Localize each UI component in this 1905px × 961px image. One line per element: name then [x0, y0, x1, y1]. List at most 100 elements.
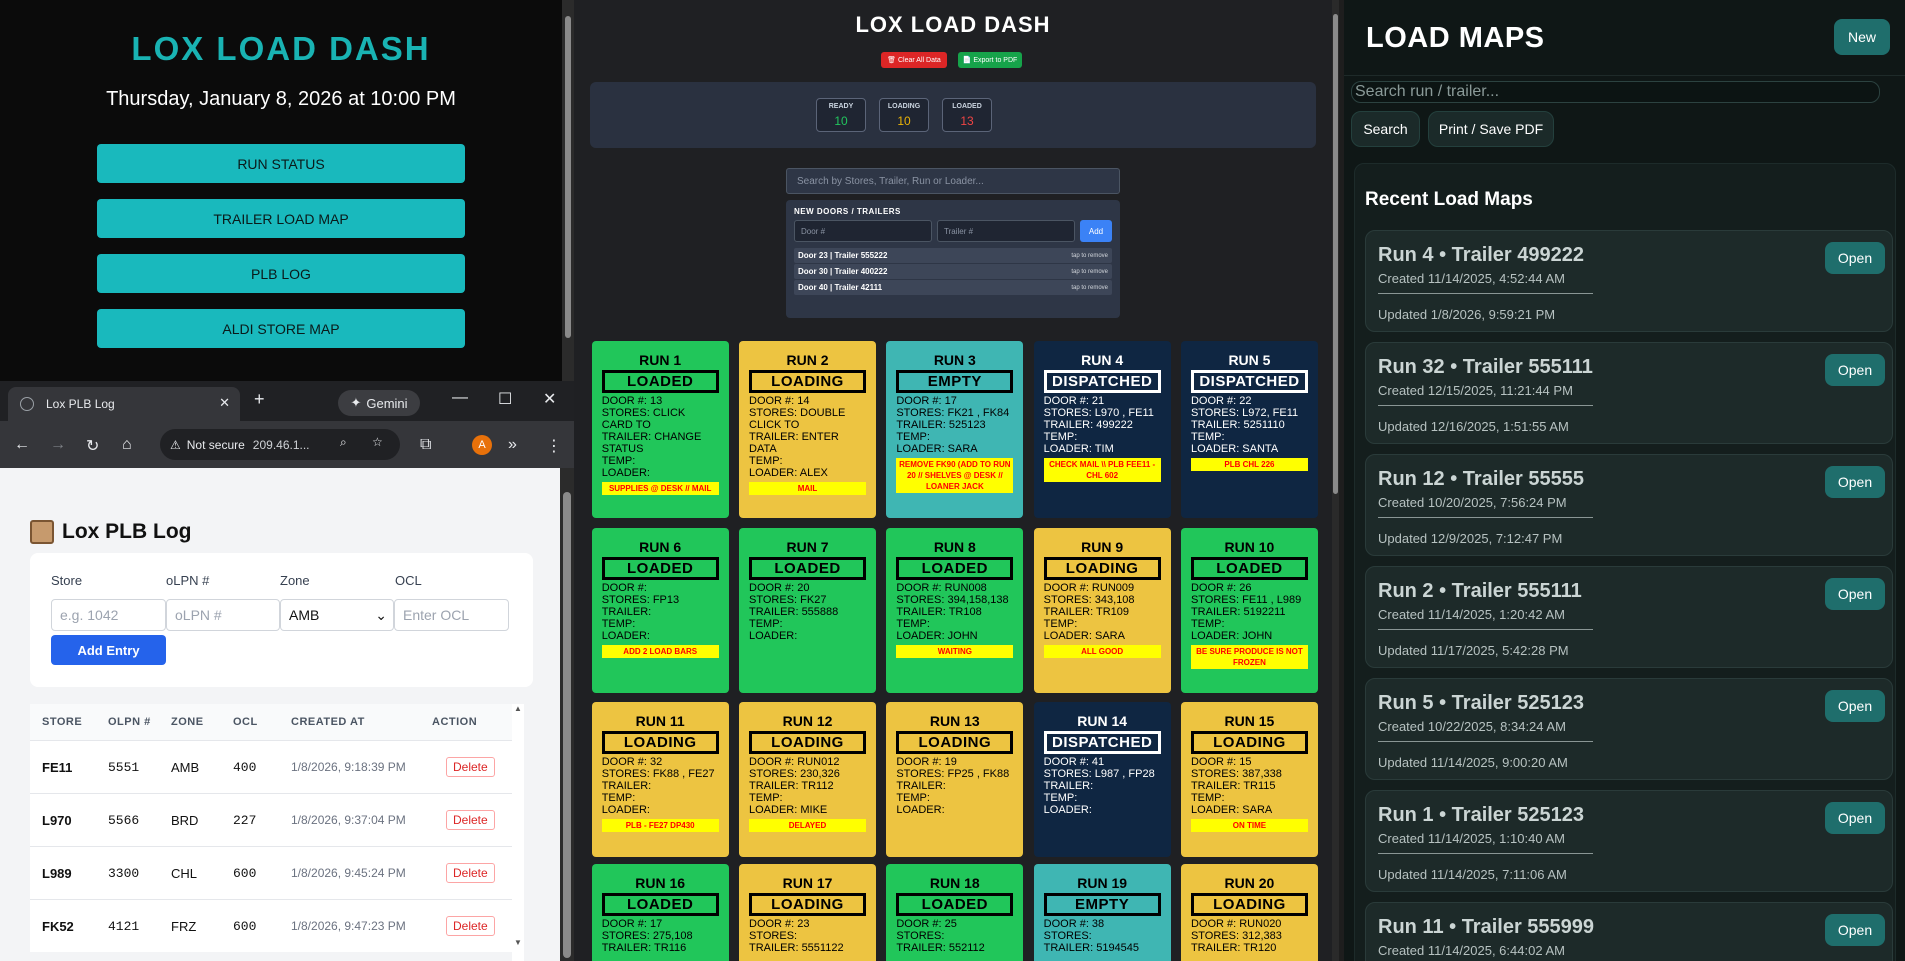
door-item[interactable]: Door 23 | Trailer 555222 tap to remove: [794, 248, 1112, 263]
open-map-button[interactable]: Open: [1825, 242, 1885, 274]
board-scrollbar[interactable]: [1332, 0, 1339, 961]
aldi-store-map-button[interactable]: ALDI STORE MAP: [97, 309, 465, 348]
back-icon[interactable]: ←: [14, 436, 30, 454]
print-save-pdf-button[interactable]: Print / Save PDF: [1428, 111, 1554, 147]
run-card[interactable]: RUN 7 LOADED DOOR #: 20 STORES: FK27 TRAILER…: [739, 528, 876, 693]
store-input[interactable]: e.g. 1042: [51, 599, 166, 631]
run-field: STORES: 343,108: [1043, 594, 1135, 606]
new-tab-icon[interactable]: +: [254, 389, 265, 410]
load-maps-window: LOAD MAPS New Search run / trailer... Se…: [1344, 0, 1905, 961]
home-icon[interactable]: ⌂: [122, 436, 132, 454]
olpn-input[interactable]: oLPN #: [166, 599, 280, 631]
run-field: LOADER:: [896, 804, 945, 816]
menu-dots-icon[interactable]: ⋮: [546, 436, 562, 456]
door-remove-hint[interactable]: tap to remove: [1071, 269, 1108, 275]
forward-icon[interactable]: →: [50, 436, 66, 454]
stat-loaded: LOADED 13: [942, 98, 992, 132]
add-entry-button[interactable]: Add Entry: [51, 635, 166, 665]
delete-button[interactable]: Delete: [446, 916, 495, 936]
export-pdf-button[interactable]: 📄 Export to PDF: [958, 52, 1022, 68]
door-input[interactable]: Door #: [794, 220, 932, 242]
browser-window: Lox PLB Log ✕ + ✦ Gemini — ☐ ✕ ← → ↻ ⌂ ⚠…: [0, 381, 574, 961]
run-card[interactable]: RUN 15 LOADING DOOR #: 15 STORES: 387,338 TR…: [1180, 702, 1318, 857]
zoom-icon[interactable]: ⌕: [340, 435, 347, 450]
run-card[interactable]: RUN 5 DISPATCHED DOOR #: 22 STORES: L972, F…: [1180, 341, 1318, 518]
run-fields: DOOR #: 22 STORES: L972, FE11 TRAILER: 525…: [1191, 395, 1308, 455]
door-item[interactable]: Door 40 | Trailer 42111 tap to remove: [794, 280, 1112, 295]
door-item[interactable]: Door 30 | Trailer 400222 tap to remove: [794, 264, 1112, 279]
delete-button[interactable]: Delete: [446, 810, 495, 830]
plb-table-scrollbar[interactable]: ▲ ▼: [512, 704, 524, 961]
cell-store: L989: [42, 865, 72, 881]
open-map-button[interactable]: Open: [1825, 914, 1885, 946]
delete-button[interactable]: Delete: [446, 757, 495, 777]
board-search-input[interactable]: Search by Stores, Trailer, Run or Loader…: [786, 168, 1120, 194]
trailer-input[interactable]: Trailer #: [937, 220, 1075, 242]
run-card[interactable]: RUN 13 LOADING DOOR #: 19 STORES: FP25 , FK…: [886, 702, 1024, 857]
run-field: TRAILER: 525123: [896, 419, 986, 431]
menu-scrollbar[interactable]: [562, 0, 574, 381]
browser-tab[interactable]: Lox PLB Log ✕: [8, 387, 240, 421]
run-card[interactable]: RUN 8 LOADED DOOR #: RUN008 STORES: 394,158…: [886, 528, 1024, 693]
run-card[interactable]: RUN 3 EMPTY DOOR #: 17 STORES: FK21 , FK84 T…: [886, 341, 1024, 518]
minimize-icon[interactable]: —: [452, 389, 468, 407]
run-field: DOOR #: 22: [1190, 395, 1252, 407]
new-map-button[interactable]: New: [1834, 19, 1890, 55]
run-card[interactable]: RUN 17 LOADING DOOR #: 23 STORES: TRAILER: 5…: [739, 864, 876, 961]
address-bar[interactable]: ⚠ Not secure 209.46.1... ⌕ ☆: [160, 429, 400, 460]
tab-close-icon[interactable]: ✕: [219, 395, 230, 411]
zone-select[interactable]: AMB ⌄: [280, 599, 394, 631]
reload-icon[interactable]: ↻: [86, 436, 99, 456]
extensions-icon[interactable]: ⧉: [420, 436, 431, 454]
run-card[interactable]: RUN 1 LOADED DOOR #: 13 STORES: CLICK CARD …: [591, 341, 729, 518]
board-scrollbar-thumb[interactable]: [1333, 14, 1338, 494]
run-card[interactable]: RUN 6 LOADED DOOR #: STORES: FP13 TRAILER: TE…: [591, 528, 729, 693]
more-tabs-icon[interactable]: »: [508, 436, 517, 454]
scroll-down-icon[interactable]: ▼: [514, 938, 522, 947]
open-map-button[interactable]: Open: [1825, 578, 1885, 610]
run-card[interactable]: RUN 14 DISPATCHED DOOR #: 41 STORES: L987 ,…: [1033, 702, 1171, 857]
plb-page-scrollbar-thumb[interactable]: [563, 492, 571, 958]
run-card[interactable]: RUN 16 LOADED DOOR #: 17 STORES: 275,108 TRA…: [591, 864, 729, 961]
cell-created: 1/8/2026, 9:45:24 PM: [291, 866, 406, 880]
open-map-button[interactable]: Open: [1825, 802, 1885, 834]
profile-avatar[interactable]: A: [472, 435, 492, 455]
open-map-button[interactable]: Open: [1825, 466, 1885, 498]
run-card[interactable]: RUN 11 LOADING DOOR #: 32 STORES: FK88 , FE…: [591, 702, 729, 857]
gemini-button[interactable]: ✦ Gemini: [338, 390, 420, 416]
menu-scrollbar-thumb[interactable]: [565, 16, 571, 338]
plb-log-button[interactable]: PLB LOG: [97, 254, 465, 293]
star-icon[interactable]: ☆: [372, 435, 383, 449]
run-card[interactable]: RUN 2 LOADING DOOR #: 14 STORES: DOUBLE CLI…: [739, 341, 876, 518]
open-map-button[interactable]: Open: [1825, 354, 1885, 386]
door-remove-hint[interactable]: tap to remove: [1071, 253, 1108, 259]
add-door-button[interactable]: Add: [1080, 220, 1112, 242]
run-card[interactable]: RUN 4 DISPATCHED DOOR #: 21 STORES: L970 , …: [1033, 341, 1171, 518]
run-status-button[interactable]: RUN STATUS: [97, 144, 465, 183]
close-window-icon[interactable]: ✕: [543, 389, 556, 409]
run-card[interactable]: RUN 9 LOADING DOOR #: RUN009 STORES: 343,10…: [1033, 528, 1171, 693]
run-fields: DOOR #: 41 STORES: L987 , FP28 TRAILER: TEM…: [1044, 756, 1161, 816]
run-card[interactable]: RUN 18 LOADED DOOR #: 25 STORES: TRAILER: 55…: [886, 864, 1024, 961]
maps-search-button[interactable]: Search: [1351, 111, 1420, 147]
run-fields: DOOR #: 38 STORES: TRAILER: 5194545: [1044, 918, 1161, 954]
run-card[interactable]: RUN 12 LOADING DOOR #: RUN012 STORES: 230,3…: [739, 702, 876, 857]
run-status-badge: LOADING: [1190, 893, 1308, 916]
run-card[interactable]: RUN 20 LOADING DOOR #: RUN020 STORES: 312,3…: [1180, 864, 1318, 961]
plb-page-scrollbar[interactable]: [560, 468, 574, 961]
maximize-icon[interactable]: ☐: [498, 389, 512, 409]
clear-all-data-button[interactable]: 🗑 Clear All Data: [881, 52, 947, 68]
maps-search-input[interactable]: Search run / trailer...: [1351, 81, 1880, 103]
door-remove-hint[interactable]: tap to remove: [1071, 285, 1108, 291]
run-card[interactable]: RUN 19 EMPTY DOOR #: 38 STORES: TRAILER: 519…: [1033, 864, 1171, 961]
open-map-button[interactable]: Open: [1825, 690, 1885, 722]
map-created: Created 10/22/2025, 8:34:24 AM: [1378, 719, 1566, 734]
run-field: STORES: FE11 , L989: [1190, 594, 1302, 606]
trailer-load-map-button[interactable]: TRAILER LOAD MAP: [97, 199, 465, 238]
delete-button[interactable]: Delete: [446, 863, 495, 883]
ocl-input[interactable]: Enter OCL: [394, 599, 509, 631]
scroll-up-icon[interactable]: ▲: [514, 704, 522, 713]
menu-date: Thursday, January 8, 2026 at 10:00 PM: [106, 88, 456, 110]
doors-title: NEW DOORS / TRAILERS: [794, 207, 901, 216]
run-card[interactable]: RUN 10 LOADED DOOR #: 26 STORES: FE11 , L98…: [1180, 528, 1318, 693]
